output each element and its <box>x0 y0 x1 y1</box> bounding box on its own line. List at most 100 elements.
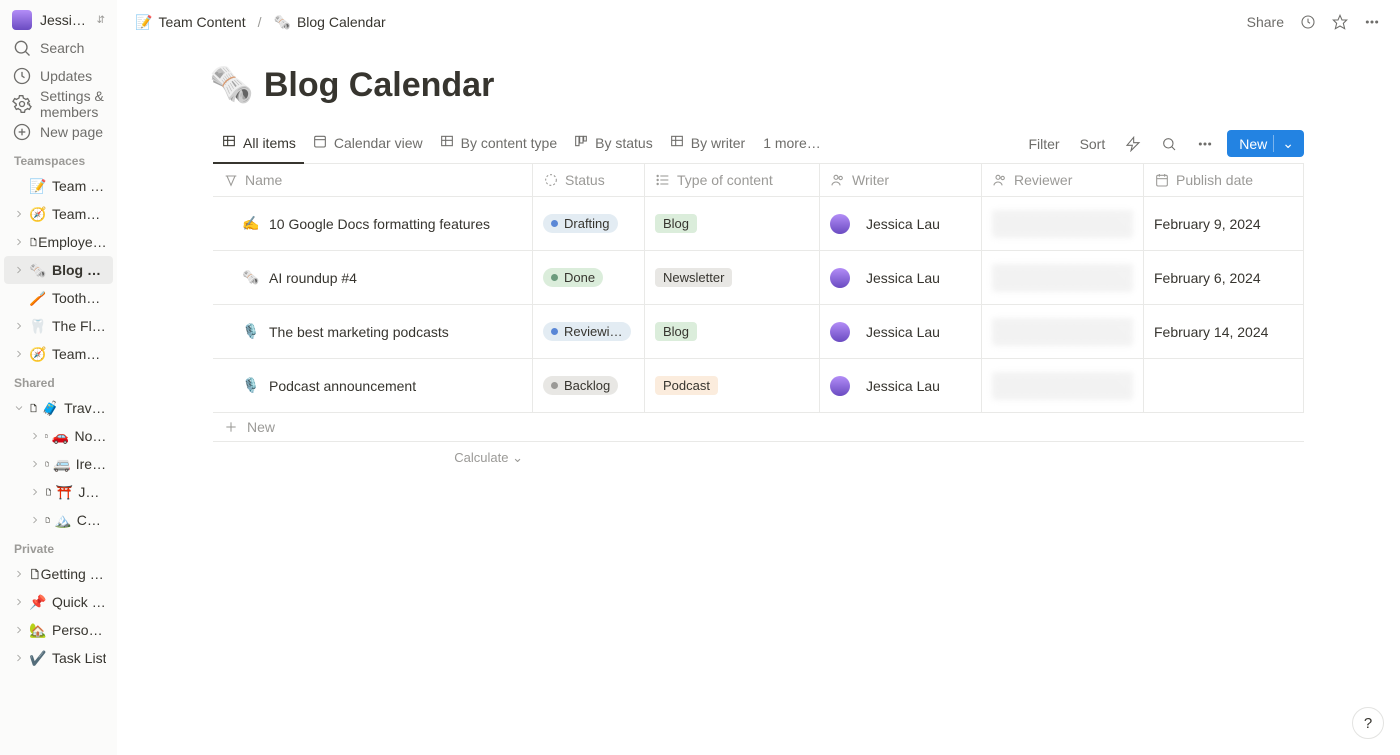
favorite-button[interactable] <box>1324 10 1356 34</box>
chevron-right-icon[interactable] <box>10 289 28 307</box>
page-emoji[interactable]: 🗞️ <box>209 64 254 106</box>
chevron-right-icon[interactable] <box>10 345 28 363</box>
sidebar-item[interactable]: 🏡Personal Home <box>4 616 113 644</box>
view-tab[interactable]: By status <box>565 124 661 164</box>
status-label: Drafting <box>564 216 610 231</box>
writer-cell[interactable]: Jessica Lau <box>820 251 982 305</box>
reviewer-cell[interactable] <box>982 251 1144 305</box>
type-cell[interactable]: Newsletter <box>645 251 820 305</box>
publish-cell[interactable]: February 14, 2024 <box>1144 305 1304 359</box>
col-publish[interactable]: Publish date <box>1144 164 1304 197</box>
chevron-right-icon[interactable] <box>10 649 28 667</box>
col-writer[interactable]: Writer <box>820 164 982 197</box>
name-cell[interactable]: 🎙️The best marketing podcasts <box>213 305 533 359</box>
sidebar-item[interactable]: ⛩️Japan trip <box>4 478 113 506</box>
view-tab[interactable]: Calendar view <box>304 124 431 164</box>
reviewer-cell[interactable] <box>982 197 1144 251</box>
reviewer-redacted <box>992 372 1133 400</box>
sidebar-item[interactable]: 📌Quick Note <box>4 588 113 616</box>
status-cell[interactable]: Reviewi… <box>533 305 645 359</box>
nav-search[interactable]: Search <box>4 34 113 62</box>
col-name[interactable]: Name <box>213 164 533 197</box>
workspace-switcher[interactable]: Jessica Lau's N… ⇵ <box>4 6 113 34</box>
name-cell[interactable]: 🎙️Podcast announcement <box>213 359 533 413</box>
writer-cell[interactable]: Jessica Lau <box>820 359 982 413</box>
chevron-down-icon[interactable] <box>10 399 28 417</box>
chevron-right-icon[interactable] <box>10 565 28 583</box>
chevron-right-icon[interactable] <box>10 177 28 195</box>
status-cell[interactable]: Backlog <box>533 359 645 413</box>
item-label: Personal Home <box>52 622 107 638</box>
nav-settings[interactable]: Settings & members <box>4 90 113 118</box>
calculate-button[interactable]: Calculate ⌄ <box>213 442 533 474</box>
type-cell[interactable]: Blog <box>645 305 820 359</box>
col-reviewer[interactable]: Reviewer <box>982 164 1144 197</box>
reviewer-cell[interactable] <box>982 359 1144 413</box>
chevron-right-icon[interactable] <box>10 205 28 223</box>
sidebar-item[interactable]: 🪥Toothbrush HQ <box>4 284 113 312</box>
sidebar-item[interactable]: 🦷The Floss Hub <box>4 312 113 340</box>
automations-button[interactable] <box>1119 132 1147 156</box>
help-button[interactable]: ? <box>1352 707 1384 739</box>
page-title[interactable]: Blog Calendar <box>264 66 494 105</box>
chevron-right-icon[interactable] <box>10 317 28 335</box>
sidebar-item[interactable]: 🗞️Blog Calendar <box>4 256 113 284</box>
table-icon <box>669 133 685 152</box>
sidebar-item[interactable]: 🧭Teamspace Home <box>4 340 113 368</box>
type-cell[interactable]: Blog <box>645 197 820 251</box>
sidebar-item[interactable]: 🧭Teamspace Home <box>4 200 113 228</box>
publish-cell[interactable]: February 9, 2024 <box>1144 197 1304 251</box>
item-emoji: 🧭 <box>28 346 48 363</box>
status-label: Backlog <box>564 378 610 393</box>
chevron-right-icon[interactable] <box>26 511 44 529</box>
name-cell[interactable]: ✍️10 Google Docs formatting features <box>213 197 533 251</box>
sidebar-item-travel-plans[interactable]: 🧳Travel plans <box>4 394 113 422</box>
status-cell[interactable]: Done <box>533 251 645 305</box>
filter-button[interactable]: Filter <box>1022 132 1065 156</box>
nav-new-page[interactable]: New page <box>4 118 113 146</box>
breadcrumb-team-content[interactable]: 📝 Team Content <box>129 10 252 35</box>
chevron-right-icon[interactable] <box>10 261 28 279</box>
view-tab[interactable]: All items <box>213 124 304 164</box>
sidebar-item[interactable]: Getting Started <box>4 560 113 588</box>
plus-circle-icon <box>12 122 32 142</box>
name-cell[interactable]: 🗞️AI roundup #4 <box>213 251 533 305</box>
status-cell[interactable]: Drafting <box>533 197 645 251</box>
type-cell[interactable]: Podcast <box>645 359 820 413</box>
publish-cell[interactable]: February 6, 2024 <box>1144 251 1304 305</box>
chevron-right-icon[interactable] <box>26 483 44 501</box>
chevron-right-icon[interactable] <box>10 621 28 639</box>
sidebar-item[interactable]: 🏔️Colorado trip <box>4 506 113 534</box>
col-status[interactable]: Status <box>533 164 645 197</box>
sidebar-item[interactable]: ✔️Task List <box>4 644 113 672</box>
reviewer-cell[interactable] <box>982 305 1144 359</box>
views-more[interactable]: 1 more… <box>755 124 829 164</box>
db-more-button[interactable] <box>1191 132 1219 156</box>
sidebar-item[interactable]: Employee Directory <box>4 228 113 256</box>
publish-cell[interactable] <box>1144 359 1304 413</box>
chevron-right-icon[interactable] <box>10 593 28 611</box>
new-entry-button[interactable]: New ⌄ <box>1227 130 1304 157</box>
sidebar-item[interactable]: 🚐Ireland road trip <box>4 450 113 478</box>
item-label: Quick Note <box>52 594 107 610</box>
chevron-right-icon[interactable] <box>26 427 44 445</box>
chevron-right-icon[interactable] <box>26 455 44 473</box>
share-button[interactable]: Share <box>1239 10 1292 34</box>
view-tab[interactable]: By writer <box>661 124 753 164</box>
more-button[interactable] <box>1356 10 1388 34</box>
sidebar-item[interactable]: 🚗Northern Ireland ro… <box>4 422 113 450</box>
writer-cell[interactable]: Jessica Lau <box>820 197 982 251</box>
history-button[interactable] <box>1292 10 1324 34</box>
col-type[interactable]: Type of content <box>645 164 820 197</box>
writer-cell[interactable]: Jessica Lau <box>820 305 982 359</box>
breadcrumb-blog-calendar[interactable]: 🗞️ Blog Calendar <box>268 10 392 35</box>
sidebar-item[interactable]: 📝Team Content <box>4 172 113 200</box>
nav-updates[interactable]: Updates <box>4 62 113 90</box>
view-tab[interactable]: By content type <box>431 124 566 164</box>
clock-icon <box>12 66 32 86</box>
add-row-button[interactable]: New <box>213 413 1304 442</box>
sort-button[interactable]: Sort <box>1074 132 1112 156</box>
chevron-right-icon[interactable] <box>10 233 28 251</box>
search-db-button[interactable] <box>1155 132 1183 156</box>
status-label: Done <box>564 270 595 285</box>
